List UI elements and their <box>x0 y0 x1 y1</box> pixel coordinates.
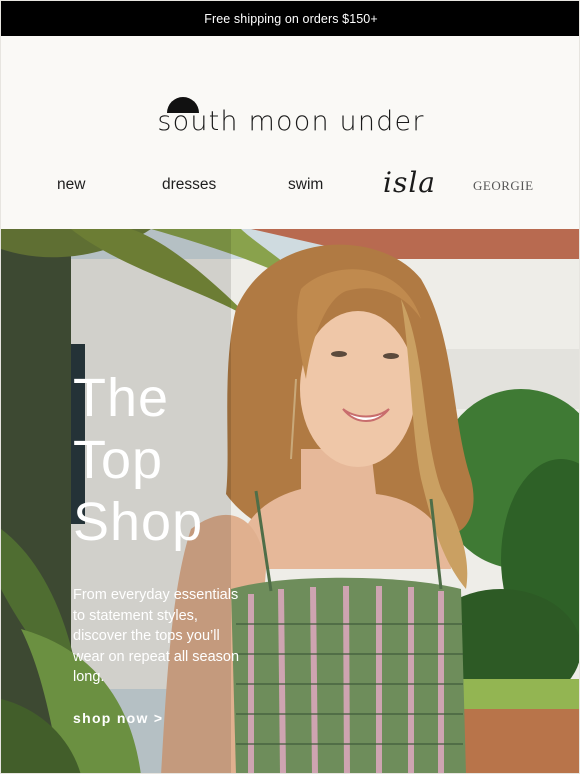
hero-title: The Top Shop <box>73 367 293 553</box>
promo-text: Free shipping on orders $150+ <box>204 11 378 26</box>
header: south moon under new dresses swim isla G… <box>1 36 579 229</box>
nav-isla-logo[interactable]: isla <box>383 166 436 199</box>
hero-title-line: Shop <box>73 492 204 552</box>
nav-dresses[interactable]: dresses <box>162 176 216 194</box>
brand-logo[interactable]: south moon under <box>1 106 579 137</box>
promo-banner[interactable]: Free shipping on orders $150+ <box>1 1 579 36</box>
nav-new[interactable]: new <box>57 176 85 194</box>
hero-title-line: Top <box>73 430 164 490</box>
nav-georgie-logo[interactable]: GEORGIE <box>473 178 534 194</box>
main-nav: new dresses swim isla GEORGIE <box>1 166 579 206</box>
hero-description: From everyday essentials to statement st… <box>73 587 240 685</box>
shop-now-link[interactable]: shop now > <box>73 710 163 726</box>
nav-swim[interactable]: swim <box>288 176 323 194</box>
hero-title-line: The <box>73 368 170 428</box>
hero-banner[interactable]: The Top Shop From everyday essentials to… <box>1 229 579 773</box>
email-canvas: Free shipping on orders $150+ south moon… <box>0 0 580 774</box>
